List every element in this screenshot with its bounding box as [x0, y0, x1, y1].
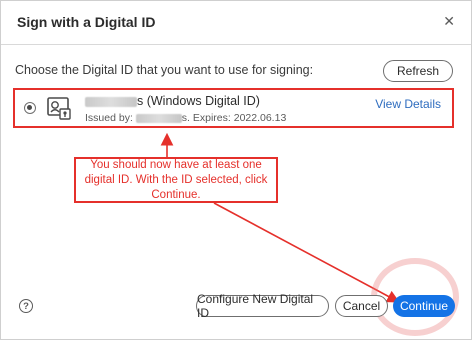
- help-icon[interactable]: ?: [19, 299, 33, 313]
- annotation-arrows: [160, 132, 400, 303]
- continue-button[interactable]: Continue: [393, 295, 455, 317]
- cancel-button[interactable]: Cancel: [335, 295, 388, 317]
- sign-with-digital-id-dialog: Sign with a Digital ID ✕ Choose the Digi…: [0, 0, 472, 340]
- configure-new-digital-id-button[interactable]: Configure New Digital ID: [196, 292, 329, 320]
- arrow-to-continue: [213, 202, 400, 303]
